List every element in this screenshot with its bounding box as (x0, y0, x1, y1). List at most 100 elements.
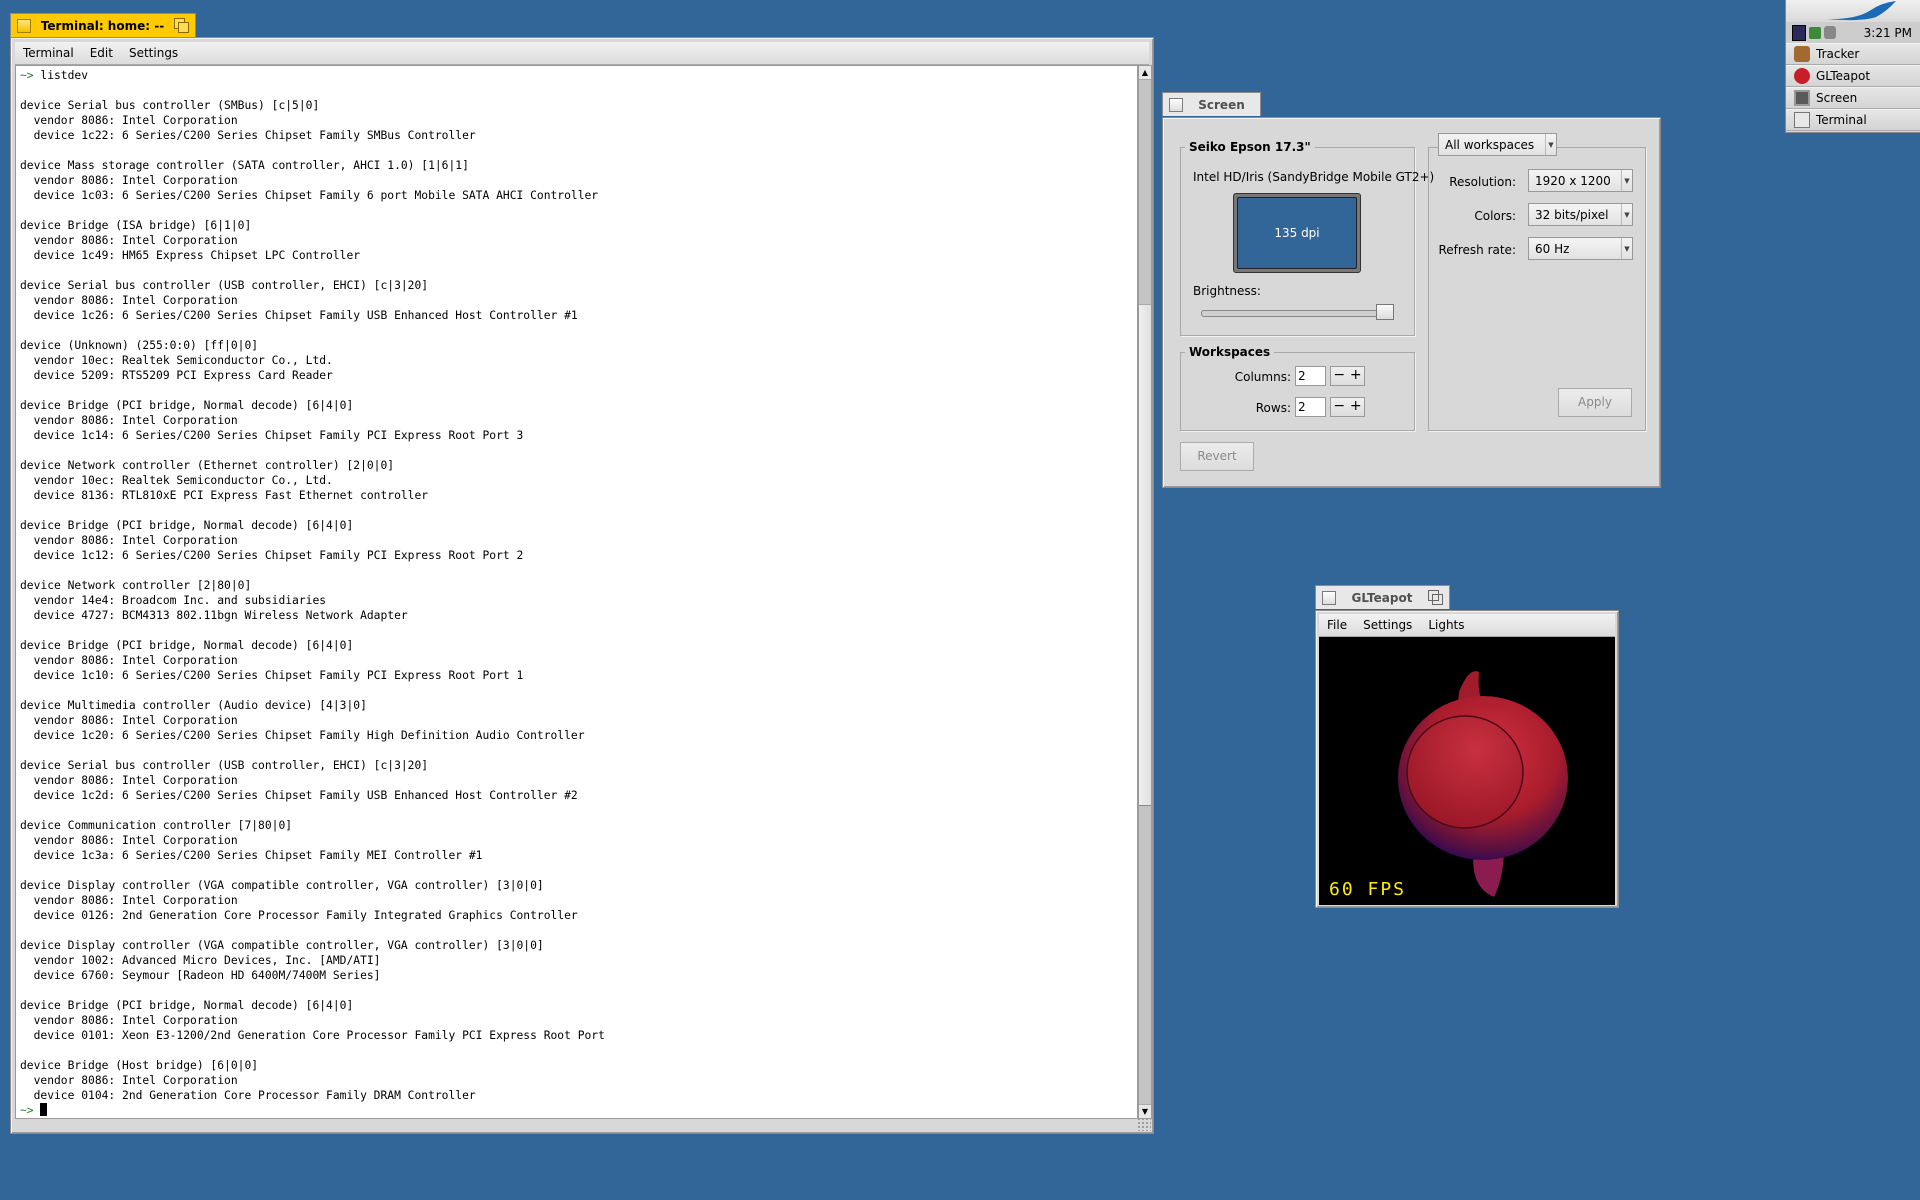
close-button[interactable] (1169, 97, 1183, 112)
brightness-slider[interactable] (1201, 304, 1394, 320)
window-title: Screen (1198, 97, 1245, 112)
prompt: ~> (20, 1104, 41, 1117)
rows-increment-button[interactable]: + (1348, 398, 1365, 416)
device-header: device (Unknown) (255:0:0) [ff|0|0] (20, 338, 1137, 353)
device-id: device 5209: RTS5209 PCI Express Card Re… (20, 368, 1137, 383)
clock[interactable]: 3:21 PM (1864, 26, 1912, 40)
device-id: device 0126: 2nd Generation Core Process… (20, 908, 1137, 923)
columns-increment-button[interactable]: + (1348, 367, 1365, 385)
workspace-scope-dropdown[interactable]: All workspaces ▼ (1438, 133, 1557, 156)
device-vendor-text: vendor 8086: Intel Corporation (20, 1014, 238, 1027)
device-id: device 1c14: 6 Series/C200 Series Chipse… (20, 428, 1137, 443)
device-vendor-text: vendor 8086: Intel Corporation (20, 534, 238, 547)
workspaces-icon[interactable] (1792, 24, 1806, 41)
deskbar-app-screen[interactable]: Screen (1786, 87, 1920, 109)
resolution-value: 1920 x 1200 (1535, 173, 1611, 188)
device-id: device 1c26: 6 Series/C200 Series Chipse… (20, 308, 1137, 323)
menu-settings[interactable]: Settings (121, 46, 186, 60)
device-vendor-text: vendor 14e4: Broadcom Inc. and subsidiar… (20, 594, 327, 607)
device-header-text: device Bridge (PCI bridge, Normal decode… (20, 519, 354, 532)
deskbar-app-glteapot[interactable]: GLTeapot (1786, 65, 1920, 87)
terminal-menubar: Terminal Edit Settings (15, 42, 1149, 65)
columns-stepper[interactable]: − + (1330, 366, 1365, 386)
close-button[interactable] (1322, 590, 1336, 605)
glteapot-window: File Settings Lights 60 FPS (1315, 610, 1619, 908)
monitor-screen: 135 dpi (1237, 197, 1357, 269)
resolution-label: Resolution: (1449, 175, 1516, 189)
resolution-dropdown[interactable]: 1920 x 1200 ▼ (1528, 169, 1633, 192)
device-header-text: device Display controller (VGA compatibl… (20, 939, 544, 952)
command-line: ~> listdev (20, 68, 1137, 83)
zoom-button[interactable] (1428, 590, 1443, 605)
close-button[interactable] (17, 18, 31, 33)
device-id-text: device 1c12: 6 Series/C200 Series Chipse… (20, 549, 524, 562)
refresh-rate-dropdown[interactable]: 60 Hz ▼ (1528, 237, 1633, 260)
device-id-text: device 1c3a: 6 Series/C200 Series Chipse… (20, 849, 483, 862)
device-id-text: device 1c14: 6 Series/C200 Series Chipse… (20, 429, 524, 442)
brightness-slider-thumb[interactable] (1376, 304, 1394, 320)
colors-dropdown[interactable]: 32 bits/pixel ▼ (1528, 203, 1633, 226)
device-header-text: device Bridge (ISA bridge) [6|1|0] (20, 219, 252, 232)
deskbar-app-terminal[interactable]: Terminal (1786, 109, 1920, 131)
scroll-up-arrow-icon[interactable]: ▲ (1139, 66, 1151, 80)
terminal-icon (1794, 112, 1810, 128)
device-id-text: device 1c03: 6 Series/C200 Series Chipse… (20, 189, 599, 202)
glteapot-window-tab[interactable]: GLTeapot (1315, 585, 1450, 609)
gl-canvas[interactable]: 60 FPS (1319, 637, 1615, 905)
scrollbar-thumb[interactable] (1139, 303, 1151, 806)
device-vendor: vendor 8086: Intel Corporation (20, 113, 1137, 128)
device-header-text: device Serial bus controller (SMBus) [c|… (20, 99, 320, 112)
device-vendor: vendor 8086: Intel Corporation (20, 1013, 1137, 1028)
rows-decrement-button[interactable]: − (1331, 398, 1348, 416)
network-icon[interactable] (1809, 26, 1821, 39)
menu-file[interactable]: File (1319, 618, 1355, 632)
rows-input[interactable]: 2 (1295, 397, 1326, 417)
device-vendor: vendor 8086: Intel Corporation (20, 293, 1137, 308)
terminal-window-tab[interactable]: Terminal: home: -- (10, 13, 196, 37)
colors-value: 32 bits/pixel (1535, 207, 1609, 222)
device-header: device Bridge (PCI bridge, Normal decode… (20, 398, 1137, 413)
volume-icon[interactable] (1824, 26, 1836, 39)
menu-edit[interactable]: Edit (82, 46, 121, 60)
columns-decrement-button[interactable]: − (1331, 367, 1348, 385)
columns-input[interactable]: 2 (1295, 366, 1326, 386)
screen-window-tab[interactable]: Screen (1162, 92, 1261, 116)
resize-handle-icon[interactable] (1137, 1117, 1151, 1131)
leaf-menu-button[interactable] (1786, 0, 1920, 23)
terminal-output[interactable]: ~> listdev device Serial bus controller … (15, 65, 1138, 1119)
device-vendor: vendor 10ec: Realtek Semiconductor Co., … (20, 473, 1137, 488)
apply-button[interactable]: Apply (1558, 388, 1632, 417)
device-id-text: device 1c2d: 6 Series/C200 Series Chipse… (20, 789, 578, 802)
refresh-rate-label: Refresh rate: (1438, 243, 1516, 257)
monitor-group-label: Seiko Epson 17.3" (1185, 140, 1315, 154)
text-cursor (40, 1103, 48, 1116)
device-header-text: device Serial bus controller (USB contro… (20, 279, 429, 292)
menu-lights[interactable]: Lights (1420, 618, 1472, 632)
scroll-down-arrow-icon[interactable]: ▼ (1139, 1104, 1151, 1118)
device-header-text: device Bridge (PCI bridge, Normal decode… (20, 999, 354, 1012)
rows-label: Rows: (1255, 401, 1291, 415)
rows-stepper[interactable]: − + (1330, 397, 1365, 417)
deskbar-app-tracker[interactable]: Tracker (1786, 43, 1920, 65)
chevron-down-icon: ▼ (1621, 238, 1632, 259)
menu-terminal[interactable]: Terminal (15, 46, 82, 60)
device-header: device Network controller [2|80|0] (20, 578, 1137, 593)
device-id: device 6760: Seymour [Radeon HD 6400M/74… (20, 968, 1137, 983)
zoom-button[interactable] (174, 18, 189, 33)
device-vendor: vendor 8086: Intel Corporation (20, 653, 1137, 668)
vertical-scrollbar[interactable]: ▲ ▼ (1138, 65, 1152, 1119)
device-header-text: device Multimedia controller (Audio devi… (20, 699, 367, 712)
device-header: device Multimedia controller (Audio devi… (20, 698, 1137, 713)
revert-button[interactable]: Revert (1180, 442, 1254, 471)
device-id-text: device 4727: BCM4313 802.11bgn Wireless … (20, 609, 408, 622)
menu-settings[interactable]: Settings (1355, 618, 1420, 632)
